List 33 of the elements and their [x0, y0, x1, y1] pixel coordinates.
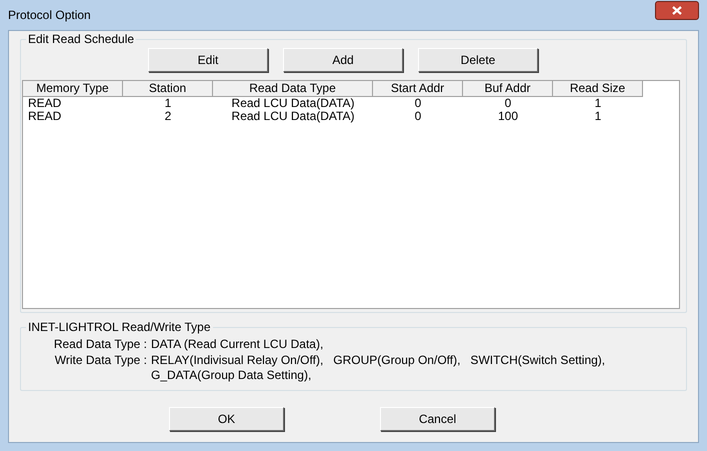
column-header[interactable]: Read Data Type [213, 81, 373, 97]
type-description: RELAY(Indivisual Relay On/Off), GROUP(Group On/Off), SWITCH(Switch Setting), [151, 353, 606, 368]
table-cell-text: READ [27, 110, 62, 123]
type-description: G_DATA(Group Data Setting), [151, 368, 312, 383]
table-cell-text: 1 [594, 110, 602, 123]
table-cell-text: 0 [504, 97, 512, 110]
group-title: INET-LIGHTROL Read/Write Type [26, 320, 213, 334]
column-header[interactable]: Start Addr [373, 81, 463, 97]
group-title: Edit Read Schedule [26, 32, 136, 46]
column-header[interactable]: Memory Type [23, 81, 123, 97]
column-header[interactable]: Buf Addr [463, 81, 553, 97]
close-icon [672, 6, 682, 15]
action-button[interactable]: Add [283, 48, 403, 72]
column-header[interactable]: Read Size [553, 81, 643, 97]
table-cell-text: 0 [414, 97, 422, 110]
type-label: Read Data Type : [52, 337, 148, 352]
window-title: Protocol Option [8, 7, 91, 24]
dialog-button[interactable]: Cancel [380, 407, 495, 431]
close-button[interactable] [655, 1, 699, 20]
column-header[interactable]: Station [123, 81, 213, 97]
dialog-button[interactable]: OK [169, 407, 284, 431]
table-cell-text: 2 [164, 110, 172, 123]
table-cell-text: Read LCU Data(DATA) [230, 97, 356, 110]
table-cell-text: READ [27, 97, 62, 110]
table-cell-text: 1 [164, 97, 172, 110]
action-button[interactable]: Edit [148, 48, 268, 72]
table-cell-text: 1 [594, 97, 602, 110]
table-cell-text: Read LCU Data(DATA) [230, 110, 356, 123]
type-description: DATA (Read Current LCU Data), [151, 337, 324, 352]
table-cell-text: 0 [414, 110, 422, 123]
type-label: Write Data Type : [54, 353, 148, 369]
action-button[interactable]: Delete [418, 48, 538, 72]
table-cell-text: 100 [496, 110, 520, 123]
